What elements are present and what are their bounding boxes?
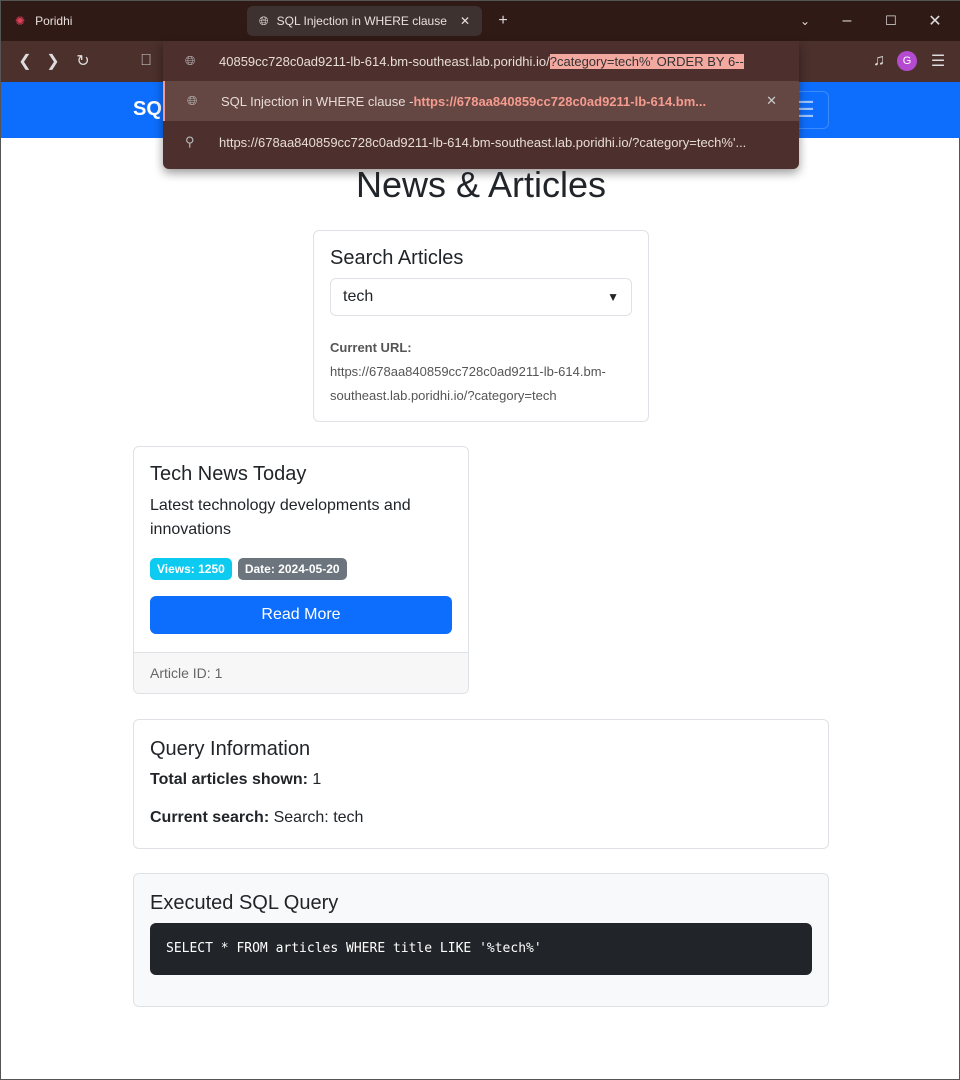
sql-query-code: SELECT * FROM articles WHERE title LIKE …: [150, 923, 812, 975]
search-suggestion-text: https://678aa840859cc728c0ad9211-lb-614.…: [219, 134, 747, 150]
chevron-down-icon[interactable]: ⌄: [793, 9, 817, 33]
article-footer: Article ID: 1: [134, 652, 468, 693]
search-label: Current search:: [150, 809, 270, 826]
search-card: Search Articles tech ▼ Current URL: https:…: [313, 230, 649, 422]
profile-icon[interactable]: G: [897, 51, 917, 71]
address-dropdown: 🌐︎ 40859cc728c0ad9211-lb-614.bm-southeast…: [163, 41, 799, 169]
maximize-icon[interactable]: ☐: [879, 9, 903, 33]
article-card: Tech News Today Latest technology develo…: [133, 446, 469, 694]
tab-poridhi[interactable]: ✺ Poridhi: [15, 1, 72, 41]
query-info-card: Query Information Total articles shown: …: [133, 719, 829, 849]
globe-icon: 🌐︎: [185, 53, 196, 68]
address-selection: ?category=tech%' ORDER BY 6--: [549, 53, 744, 69]
sql-card: Executed SQL Query SELECT * FROM article…: [133, 873, 829, 1007]
search-icon: ⚲: [185, 134, 195, 149]
reload-icon[interactable]: ↻: [71, 49, 95, 73]
category-select[interactable]: tech ▼: [330, 278, 632, 316]
url-value: https://678aa840859cc728c0ad9211-lb-614.…: [330, 364, 606, 403]
article-description: Latest technology developments and innov…: [150, 497, 411, 538]
views-badge: Views: 1250: [150, 558, 232, 580]
total-value: 1: [312, 771, 322, 788]
search-heading: Search Articles: [330, 247, 464, 269]
tab-label: Poridhi: [35, 14, 73, 28]
total-label: Total articles shown:: [150, 771, 308, 788]
query-info-heading: Query Information: [150, 738, 311, 760]
suggestion-history[interactable]: 🌐︎ SQL Injection in WHERE clause - https:…: [163, 81, 799, 121]
poridhi-spinner-icon: ✺: [15, 14, 26, 28]
suggestion-url: https://678aa840859cc728c0ad9211-lb-614.…: [413, 93, 707, 109]
date-badge: Date: 2024-05-20: [237, 558, 347, 580]
sql-heading: Executed SQL Query: [150, 892, 339, 914]
globe-icon: 🌐︎: [187, 93, 198, 108]
address-input[interactable]: 🌐︎ 40859cc728c0ad9211-lb-614.bm-southeast…: [163, 41, 799, 81]
menu-icon[interactable]: ☰: [926, 49, 950, 73]
new-tab-icon[interactable]: +: [491, 9, 515, 33]
close-tab-icon[interactable]: ✕: [460, 14, 470, 28]
back-icon[interactable]: ❮: [13, 49, 37, 73]
selected-category: tech: [343, 288, 374, 305]
remove-suggestion-icon[interactable]: ✕: [766, 93, 777, 109]
chevron-down-icon: ▼: [607, 290, 619, 304]
article-title: Tech News Today: [150, 463, 307, 485]
tab-active[interactable]: 🌐︎ SQL Injection in WHERE clause ✕: [247, 6, 482, 36]
music-icon[interactable]: ♫: [867, 49, 891, 73]
tab-label: SQL Injection in WHERE clause: [276, 14, 447, 28]
close-window-icon[interactable]: ✕: [923, 9, 947, 33]
read-more-button[interactable]: Read More: [150, 596, 452, 634]
search-value: Search: tech: [273, 809, 364, 826]
address-text: 40859cc728c0ad9211-lb-614.bm-southeast.l…: [219, 53, 550, 69]
minimize-icon[interactable]: –: [835, 9, 859, 33]
page-title: News & Articles: [355, 164, 607, 205]
forward-icon[interactable]: ❯: [41, 49, 65, 73]
tab-strip: ✺ Poridhi 🌐︎ SQL Injection in WHERE clause…: [1, 1, 960, 41]
globe-icon: 🌐︎: [259, 13, 269, 28]
suggestion-search[interactable]: ⚲ https://678aa840859cc728c0ad9211-lb-614…: [163, 122, 799, 162]
bookmark-icon[interactable]: ⎕: [134, 49, 158, 73]
suggestion-title: SQL Injection in WHERE clause -: [221, 93, 414, 109]
url-label: Current URL:: [330, 340, 412, 355]
